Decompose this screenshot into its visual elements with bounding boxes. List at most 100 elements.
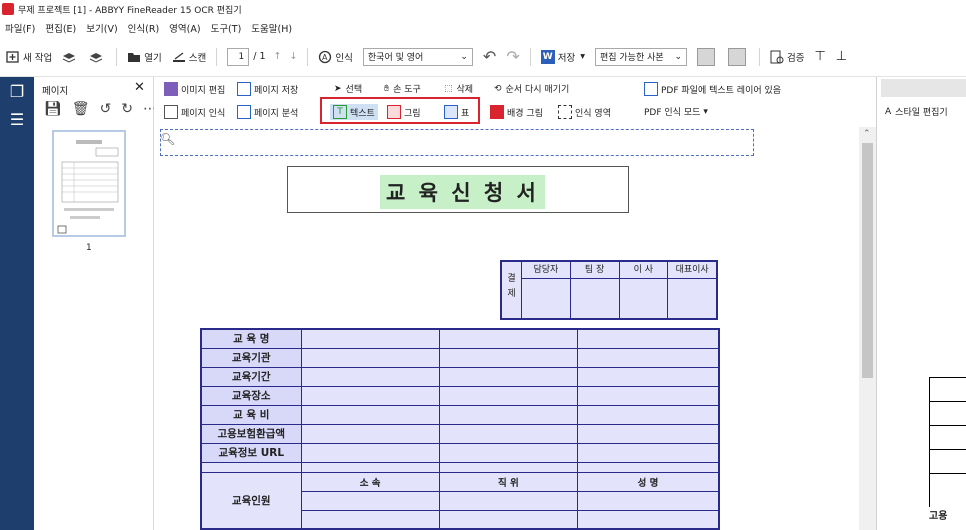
page-up-arrow-icon[interactable]: ↑ — [273, 51, 281, 62]
page-thumbnail-number: 1 — [86, 243, 92, 253]
save-format-select[interactable]: 편집 가능한 사본 ⌄ — [594, 47, 687, 66]
edit-image-button[interactable]: 이미지 편집 — [164, 82, 225, 96]
chevron-down-icon: ⌄ — [460, 51, 468, 62]
picture-area-button[interactable]: 그림 — [387, 105, 421, 119]
toolbar-divider — [758, 47, 760, 66]
hand-icon: ✋︎ — [384, 83, 390, 94]
toolbar-divider — [216, 47, 218, 66]
reorder-button[interactable]: ⟲ 순서 다시 매기기 — [494, 82, 569, 96]
rotate-left-icon[interactable]: ↺ — [100, 101, 112, 117]
left-sidebar: ❐ ☰ — [0, 77, 34, 530]
new-task-icon — [6, 50, 19, 63]
save-page-icon — [237, 82, 251, 96]
menu-file[interactable]: 파일(F) — [0, 21, 40, 35]
undo-button[interactable]: ↶ — [483, 47, 496, 66]
style-editor-button[interactable]: A 스타일 편집기 — [885, 105, 948, 119]
delete-area-button[interactable]: ⬚ 삭제 — [444, 82, 473, 96]
align-bottom-icon: ⊥ — [835, 49, 848, 64]
background-picture-button[interactable]: 배경 그림 — [490, 105, 543, 119]
rotate-right-icon[interactable]: ↻ — [121, 101, 133, 117]
menu-tools[interactable]: 도구(T) — [206, 21, 247, 35]
text-area-button[interactable]: T 텍스트 — [330, 104, 378, 120]
image-view-toggle[interactable] — [696, 47, 718, 66]
style-editor-icon: A — [885, 106, 892, 117]
align-bottom-button[interactable]: ⊥ — [836, 49, 847, 64]
recognize-page-button[interactable]: 페이지 인식 — [164, 105, 225, 119]
menu-area[interactable]: 영역(A) — [164, 21, 205, 35]
row-label: 교육정보 URL — [200, 442, 302, 463]
page-down-arrow-icon[interactable]: ↓ — [289, 51, 297, 62]
app-logo-icon — [2, 3, 14, 15]
pdf-text-layer-info: PDF 파일에 텍스트 레이어 있음 — [644, 82, 781, 96]
thumbnail-preview — [57, 140, 119, 234]
menu-view[interactable]: 보기(V) — [81, 21, 122, 35]
hand-tool-button[interactable]: ✋︎ 손 도구 — [384, 82, 421, 96]
pdf-layer-icon — [644, 82, 658, 96]
page-total: / 1 — [253, 51, 266, 62]
menu-bar: 파일(F) 편집(E) 보기(V) 인식(R) 영역(A) 도구(T) 도움말(… — [0, 18, 966, 37]
list-view-button[interactable]: ☰ — [0, 105, 34, 133]
application-form-table: 교 육 명 교육기관 교육기간 교육장소 교 육 비 고용보험환급액 교육정보 … — [200, 328, 720, 530]
menu-recognize[interactable]: 인식(R) — [123, 21, 165, 35]
document-image-view[interactable]: 🔍︎ 교 육 신 청 서 결제 담당자 팀 장 이 사 대표이사 교 육 명 교… — [154, 127, 859, 530]
recognition-area-button[interactable]: 인식 영역 — [558, 105, 611, 119]
menu-help[interactable]: 도움말(H) — [246, 21, 297, 35]
save-page-button[interactable]: 페이지 저장 — [237, 82, 298, 96]
vertical-scrollbar[interactable]: ⌃ — [859, 127, 876, 530]
recognition-area-outline — [160, 129, 754, 156]
approval-signatures — [522, 279, 716, 318]
text-table-preview — [929, 377, 966, 507]
row-label: 교 육 비 — [200, 404, 302, 425]
scroll-up-arrow-icon[interactable]: ⌃ — [863, 129, 871, 139]
form-title: 교 육 신 청 서 — [380, 175, 545, 209]
scan-button[interactable]: 스캔 — [172, 50, 206, 64]
analyze-page-icon — [237, 105, 251, 119]
window-title: 무제 프로젝트 [1] - ABBYY FineReader 15 OCR 편집… — [18, 5, 242, 16]
table-area-button[interactable]: 표 — [444, 105, 469, 119]
redo-button[interactable]: ↷ — [506, 47, 519, 66]
pdf-recognition-mode-button[interactable]: PDF 인식 모드 ▾ — [644, 105, 708, 119]
page-thumbnail[interactable] — [52, 130, 126, 237]
text-view-icon — [727, 47, 746, 66]
text-editor-panel: A 스타일 편집기 고용 — [876, 77, 966, 530]
text-view-toggle[interactable] — [727, 47, 749, 66]
partial-row-label: 고용 — [929, 511, 948, 522]
new-task-button[interactable]: 새 작업 — [6, 50, 52, 64]
page-number-input[interactable]: 1 — [227, 47, 250, 66]
toolbar-divider — [116, 47, 118, 66]
scrollbar-thumb[interactable] — [862, 143, 873, 378]
layers-button[interactable] — [62, 50, 79, 64]
select-tool-button[interactable]: ➤ 선택 — [334, 82, 362, 96]
row-label: 교육장소 — [200, 385, 302, 406]
magnifier-icon: 🔍︎ — [160, 132, 176, 146]
word-icon: W — [540, 49, 555, 64]
text-area-icon: T — [333, 105, 347, 119]
open-button[interactable]: 열기 — [127, 50, 162, 64]
undo-icon: ↶ — [482, 47, 497, 66]
close-icon[interactable]: ✕ — [134, 80, 145, 95]
scanner-icon — [172, 52, 185, 62]
toolbar-divider — [307, 47, 309, 66]
picture-area-icon — [387, 105, 401, 119]
toolbar-divider — [529, 47, 531, 66]
save-button[interactable]: W 저장 ▾ — [540, 49, 585, 64]
menu-edit[interactable]: 편집(E) — [40, 21, 81, 35]
analyze-page-button[interactable]: 페이지 분석 — [237, 105, 298, 119]
layers-icon — [90, 52, 103, 63]
row-label: 교육기관 — [200, 347, 302, 368]
background-picture-icon — [490, 105, 504, 119]
verify-icon — [770, 50, 784, 63]
pages-view-button[interactable]: ❐ — [0, 77, 34, 105]
verify-button[interactable]: 검증 — [770, 50, 804, 64]
delete-page-icon[interactable]: 🗑︎ — [72, 101, 90, 117]
save-pages-icon[interactable]: 💾︎ — [44, 101, 62, 117]
approval-headers: 담당자 팀 장 이 사 대표이사 — [522, 262, 716, 279]
language-select[interactable]: 한국어 및 영어 ⌄ — [362, 47, 473, 66]
recognize-icon: A — [319, 50, 332, 63]
caret-down-icon: ▾ — [580, 51, 585, 62]
redo-icon: ↷ — [506, 47, 520, 66]
recognize-button[interactable]: A 인식 — [318, 50, 353, 64]
cursor-icon: ➤ — [334, 83, 342, 94]
align-top-button[interactable]: ⊤ — [814, 49, 825, 64]
layers-dropdown-button[interactable] — [89, 50, 106, 64]
